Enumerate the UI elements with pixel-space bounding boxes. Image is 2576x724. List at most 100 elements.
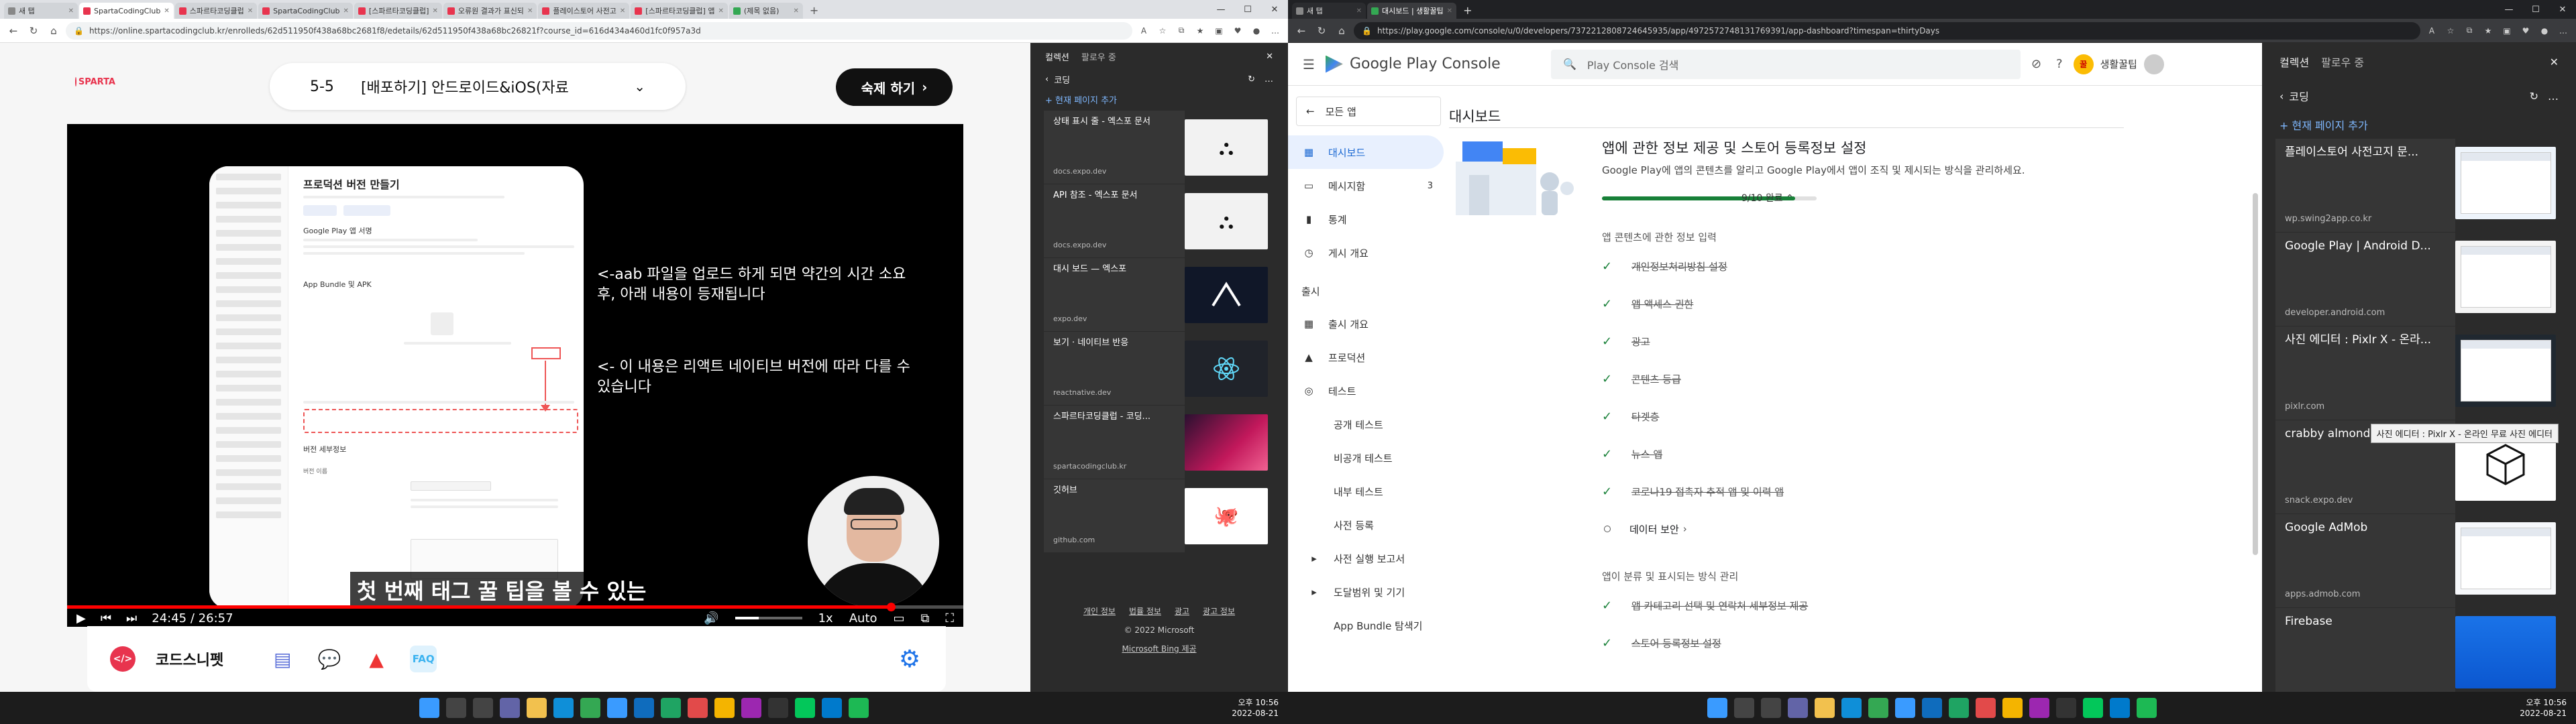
pip-icon[interactable]: ⧉ (921, 611, 930, 625)
browser-tab[interactable]: 새 탭 ✕ (4, 3, 78, 19)
home-icon[interactable]: ⌂ (46, 23, 62, 39)
progress-text[interactable]: 9/10 완료 ⌃ (1741, 191, 1794, 204)
tab-close-icon[interactable]: ✕ (68, 7, 74, 15)
avatar[interactable] (2143, 54, 2164, 74)
clock[interactable]: 오후 10:56 2022-08-21 (1232, 697, 1279, 719)
close-window-icon[interactable]: ✕ (2549, 0, 2576, 19)
search-icon[interactable] (1734, 698, 1754, 718)
tab-close-icon[interactable]: ✕ (1356, 7, 1362, 15)
sidebar-item[interactable]: ▸ 사전 실행 보고서 (1288, 542, 1449, 575)
minimize-icon[interactable]: — (2496, 0, 2522, 19)
favorites-icon[interactable]: ★ (2481, 23, 2496, 38)
task-item[interactable]: ✓ 콘텐츠 등급 (1602, 360, 1681, 398)
sidebar-item[interactable]: ▦ 출시 개요 (1288, 307, 1449, 341)
sidebar-item[interactable]: App Bundle 탐색기 (1288, 609, 1449, 642)
collection-item[interactable]: Google Play | Android D... developer.andr… (2275, 232, 2563, 326)
mail-icon[interactable] (634, 698, 654, 718)
edge-icon[interactable] (553, 698, 574, 718)
quality-button[interactable]: Auto (849, 611, 877, 625)
notes-doc-icon[interactable]: ▤ (269, 646, 296, 672)
sync-icon[interactable]: ↻ (1248, 74, 1255, 84)
sidebar-item[interactable]: ▸ 도달범위 및 기기 (1288, 575, 1449, 609)
more-icon[interactable]: … (1268, 23, 1283, 38)
url-input[interactable]: 🔒 https://online.spartacodingclub.kr/enr… (66, 21, 1132, 40)
edge-icon[interactable] (1841, 698, 1862, 718)
favorites-icon[interactable]: ★ (1193, 23, 1208, 38)
speed-button[interactable]: 1x (818, 611, 833, 625)
following-tab[interactable]: 팔로우 중 (2321, 54, 2364, 70)
homework-button[interactable]: 숙제 하기 › (836, 68, 953, 106)
collections-tab[interactable]: 컬렉션 (2279, 54, 2309, 70)
volume-icon[interactable]: 🔊 (704, 611, 718, 625)
mail-icon[interactable] (1922, 698, 1942, 718)
chat-icon[interactable] (1788, 698, 1808, 718)
refresh-icon[interactable]: ↻ (25, 23, 42, 39)
collections-icon[interactable]: ▣ (2500, 23, 2514, 38)
tab-close-icon[interactable]: ✕ (718, 7, 723, 15)
link-icon[interactable]: ⊘ (2031, 57, 2041, 71)
store-icon[interactable] (1895, 698, 1915, 718)
media-icon[interactable] (2029, 698, 2049, 718)
extensions-icon[interactable]: ♥ (1230, 23, 1245, 38)
read-aloud-icon[interactable]: A (2424, 23, 2439, 38)
maps-icon[interactable] (714, 698, 735, 718)
task-item[interactable]: ✓ 개인정보처리방침 설정 (1602, 247, 1727, 285)
collection-item[interactable]: 스파르타코딩클럽 - 코딩... spartacodingclub.kr (1044, 405, 1275, 479)
naver-icon[interactable] (2083, 698, 2103, 718)
console-search-input[interactable]: 🔍 Play Console 검색 (1550, 49, 2021, 79)
collection-item[interactable]: Firebase (2275, 607, 2563, 692)
play-console-logo[interactable]: Google Play Console (1325, 55, 1540, 73)
chrome-icon[interactable] (580, 698, 600, 718)
notes-icon[interactable] (1976, 698, 1996, 718)
sidebar-item[interactable]: ◎ 테스트 (1288, 374, 1449, 408)
task-item[interactable]: 데이터 보안 › (1602, 510, 1687, 548)
tab-close-icon[interactable]: ✕ (164, 7, 169, 15)
back-icon[interactable]: ← (5, 23, 21, 39)
video-player[interactable]: 프로덕션 버전 만들기 Google Play 앱 서명 App Bundle … (67, 124, 963, 627)
refresh-icon[interactable]: ↻ (1313, 23, 1330, 39)
more-icon[interactable]: … (1265, 74, 1273, 84)
close-icon[interactable]: ✕ (2550, 56, 2559, 68)
sidebar-item[interactable]: 내부 테스트 (1288, 475, 1449, 508)
browser-tab[interactable]: [스파르타코딩클럽] ✕ (354, 3, 442, 19)
extensions-icon[interactable]: ♥ (2518, 23, 2533, 38)
task-view-icon[interactable] (1761, 698, 1781, 718)
lesson-select[interactable]: 5-5 [배포하기] 안드로이드&iOS(자료 ⌄ (270, 63, 686, 110)
sidebar-item[interactable]: 사전 등록 (1288, 508, 1449, 542)
close-window-icon[interactable]: ✕ (1261, 0, 1288, 19)
chat-icon[interactable] (500, 698, 520, 718)
maximize-icon[interactable]: ☐ (2522, 0, 2549, 19)
favorite-icon[interactable]: ☆ (1155, 23, 1170, 38)
browser-tab[interactable]: 대시보드 | 생활꿀팁 ✕ (1367, 3, 1457, 19)
menu-icon[interactable]: ☰ (1303, 56, 1315, 72)
windows-start-icon[interactable] (1707, 698, 1727, 718)
faq-icon[interactable]: FAQ (410, 646, 437, 672)
vscode-icon[interactable] (2110, 698, 2130, 718)
task-item[interactable]: ✓ 앱 액세스 권한 (1602, 285, 1693, 322)
profile-icon[interactable]: ● (1249, 23, 1264, 38)
sidebar-item[interactable]: 비공개 테스트 (1288, 441, 1449, 475)
collection-item[interactable]: 보기 · 네이티브 반응 reactnative.dev (1044, 331, 1275, 405)
scrollbar[interactable] (2253, 193, 2258, 555)
warning-icon[interactable]: ▲ (363, 646, 390, 672)
task-item[interactable]: ✓ 앱 카테고리 선택 및 연락처 세부정보 제공 (1602, 587, 1808, 624)
task-view-icon[interactable] (473, 698, 493, 718)
tab-close-icon[interactable]: ✕ (527, 7, 533, 15)
sidebar-item[interactable]: ◷ 게시 개요 (1288, 236, 1449, 269)
account-area[interactable]: 꿀 생활꿀팁 (2073, 54, 2164, 74)
favorite-icon[interactable]: ☆ (2443, 23, 2458, 38)
sparta-logo[interactable]: SPARTA (75, 72, 115, 91)
media-icon[interactable] (741, 698, 761, 718)
all-apps-button[interactable]: ← 모든 앱 (1296, 97, 1441, 126)
browser-tab[interactable]: 오류원 결과가 표신되 ✕ (443, 3, 537, 19)
browser-tab[interactable]: 스파르타코딩클럽 ✕ (174, 3, 258, 19)
chrome-icon[interactable] (1868, 698, 1888, 718)
browser-tab[interactable]: SpartaCodingClub ✕ (79, 3, 174, 19)
following-tab[interactable]: 팔로우 중 (1081, 50, 1116, 63)
chevron-left-icon[interactable]: ‹ (1045, 74, 1049, 84)
naver-icon[interactable] (795, 698, 815, 718)
gear-icon[interactable]: ⚙ (896, 646, 923, 673)
fullscreen-icon[interactable]: ⛶ (945, 611, 954, 625)
video-progress-bar[interactable] (67, 603, 963, 611)
footer-link[interactable]: 광고 정보 (1203, 607, 1235, 616)
